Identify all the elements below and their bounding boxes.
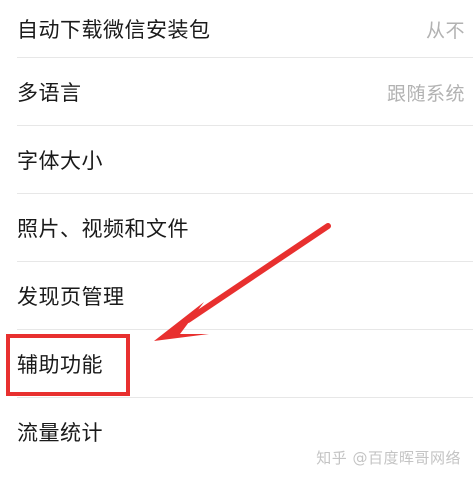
arrow-shaft [185,223,331,323]
watermark: 知乎 @百度晖哥网络 [316,449,461,467]
red-arrow-icon [154,223,331,341]
